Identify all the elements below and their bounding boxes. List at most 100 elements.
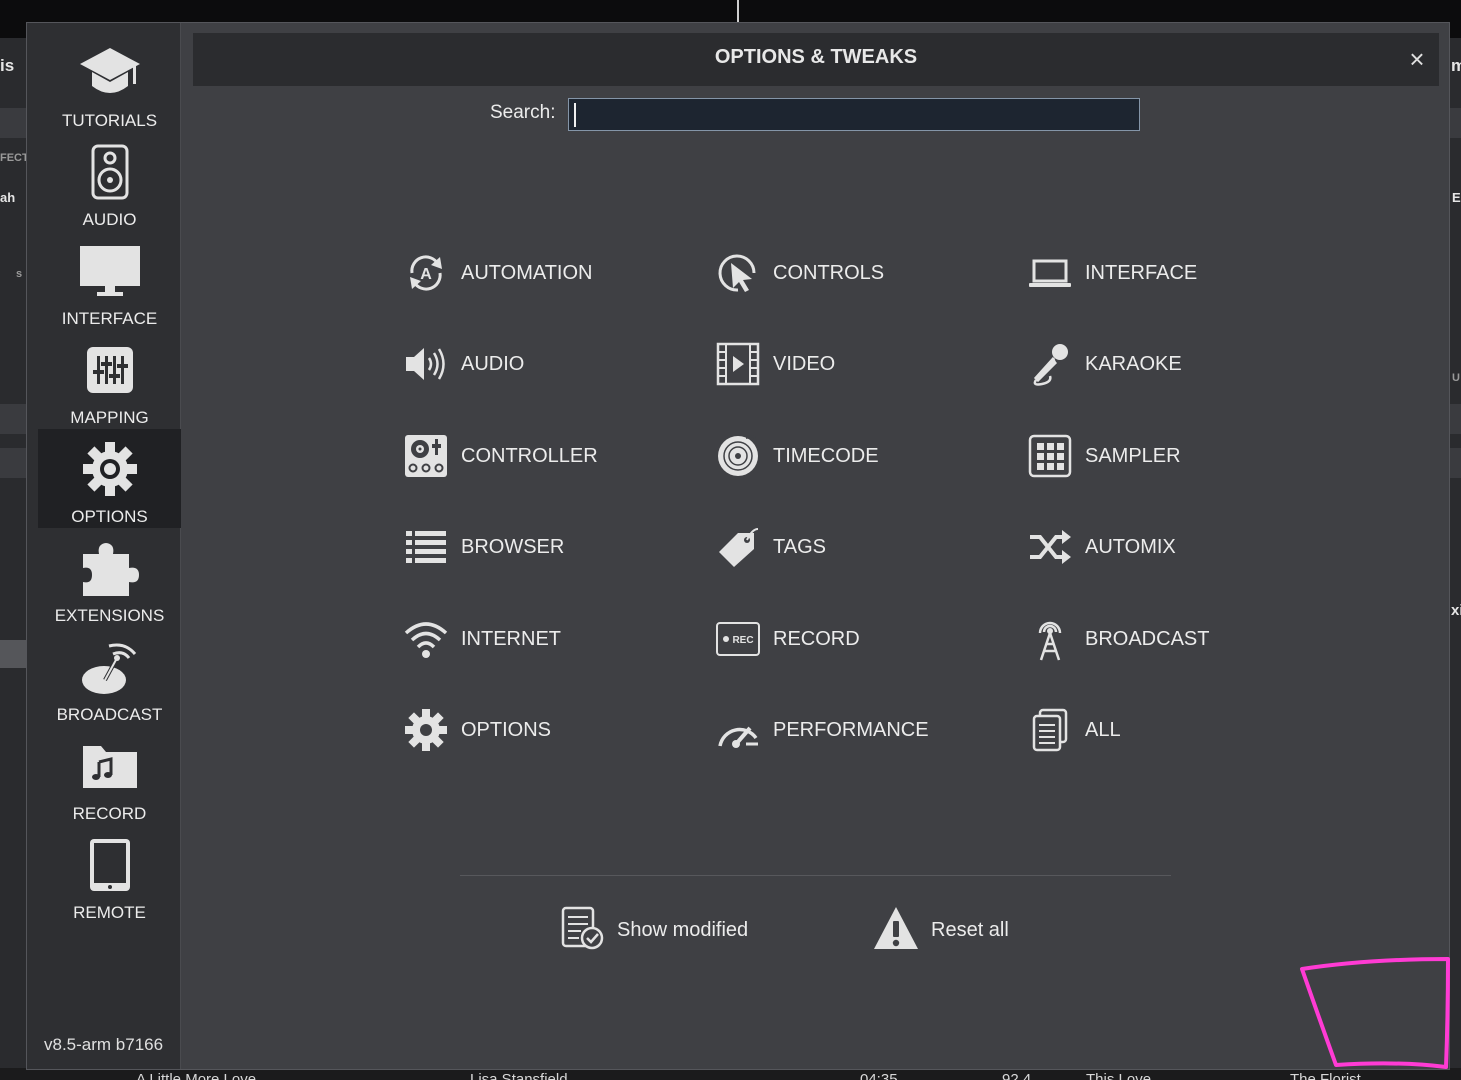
category-controls[interactable]: CONTROLS xyxy=(715,248,884,298)
reset-all-button[interactable]: Reset all xyxy=(873,905,1009,956)
background-divider xyxy=(737,0,739,22)
category-broadcast[interactable]: BROADCAST xyxy=(1027,614,1209,664)
category-label: VIDEO xyxy=(773,352,836,375)
sidebar-item-label: AUDIO xyxy=(82,210,137,229)
category-interface[interactable]: INTERFACE xyxy=(1027,248,1197,298)
vinyl-icon xyxy=(715,433,761,479)
background-text: m xyxy=(1451,56,1461,75)
category-sampler[interactable]: SAMPLER xyxy=(1027,431,1181,481)
background-track-title: This Love xyxy=(1086,1071,1152,1080)
sidebar-item-label: REMOTE xyxy=(73,903,146,922)
volume-icon xyxy=(403,341,449,387)
sidebar-item-extensions[interactable]: EXTENSIONS xyxy=(38,528,181,627)
background-strip xyxy=(0,404,27,434)
background-track-bpm: 92.4 xyxy=(1002,1071,1032,1080)
speaker-icon xyxy=(75,140,145,204)
category-record[interactable]: REC RECORD xyxy=(715,614,860,664)
cursor-click-icon xyxy=(715,250,761,296)
background-strip xyxy=(0,640,27,668)
category-karaoke[interactable]: KARAOKE xyxy=(1027,339,1182,389)
list-icon xyxy=(403,524,449,570)
sliders-icon xyxy=(75,338,145,402)
sidebar-item-label: BROADCAST xyxy=(56,705,163,724)
sidebar-item-record[interactable]: RECORD xyxy=(38,726,181,825)
category-label: INTERFACE xyxy=(1085,261,1198,284)
background-text: is xyxy=(0,56,15,75)
wifi-icon xyxy=(403,616,449,662)
shuffle-icon xyxy=(1027,524,1073,570)
category-browser[interactable]: BROWSER xyxy=(403,522,564,572)
category-controller[interactable]: CONTROLLER xyxy=(403,431,598,481)
modified-list-icon xyxy=(559,905,605,956)
category-label: INTERNET xyxy=(461,627,561,650)
category-all[interactable]: ALL xyxy=(1027,705,1121,755)
category-label: PERFORMANCE xyxy=(773,718,929,741)
category-tags[interactable]: TAGS xyxy=(715,522,826,572)
sidebar-item-label: MAPPING xyxy=(70,408,149,427)
category-label: RECORD xyxy=(773,627,860,650)
film-icon xyxy=(715,341,761,387)
sidebar-item-label: INTERFACE xyxy=(61,309,158,328)
sidebar-item-tutorials[interactable]: TUTORIALS xyxy=(38,33,181,132)
background-strip xyxy=(1449,404,1461,434)
category-label: AUDIO xyxy=(461,352,525,375)
sidebar-item-options[interactable]: OPTIONS xyxy=(38,429,181,528)
sidebar-item-audio[interactable]: AUDIO xyxy=(38,132,181,231)
documents-icon xyxy=(1027,707,1073,753)
category-timecode[interactable]: TIMECODE xyxy=(715,431,879,481)
rec-icon: REC xyxy=(715,616,761,662)
version-label: v8.5-arm b7166 xyxy=(44,1035,164,1054)
highlight-annotation xyxy=(1300,957,1450,1069)
sidebar-item-mapping[interactable]: MAPPING xyxy=(38,330,181,429)
svg-text:REC: REC xyxy=(732,635,753,646)
sidebar-item-label: TUTORIALS xyxy=(61,111,158,130)
music-folder-icon xyxy=(75,734,145,798)
sidebar-item-remote[interactable]: REMOTE xyxy=(38,825,181,924)
category-options[interactable]: OPTIONS xyxy=(403,705,551,755)
background-track-artist: Lisa Stansfield xyxy=(470,1071,568,1080)
sidebar-item-broadcast[interactable]: BROADCAST xyxy=(38,627,181,726)
search-label: Search: xyxy=(490,102,556,123)
background-text: U xyxy=(1452,372,1460,384)
sidebar: TUTORIALS AUDIO INTERFACE MAPPING OPTION… xyxy=(27,23,181,1069)
category-label: BROWSER xyxy=(461,535,565,558)
gear-icon xyxy=(403,707,449,753)
background-text: Ec xyxy=(1452,190,1461,205)
background-strip xyxy=(1449,108,1461,138)
category-automix[interactable]: AUTOMIX xyxy=(1027,522,1176,572)
dialog-title: OPTIONS & TWEAKS xyxy=(714,46,918,68)
warning-icon xyxy=(873,905,919,956)
category-performance[interactable]: PERFORMANCE xyxy=(715,705,929,755)
gear-icon xyxy=(75,437,145,501)
antenna-icon xyxy=(1027,616,1073,662)
category-label: SAMPLER xyxy=(1085,444,1181,467)
category-label: CONTROLS xyxy=(773,261,885,284)
search-input[interactable] xyxy=(568,98,1140,131)
background-track-title: A Little More Love xyxy=(136,1071,257,1080)
sidebar-item-interface[interactable]: INTERFACE xyxy=(38,231,181,330)
background-text: xi xyxy=(1451,602,1461,619)
category-audio[interactable]: AUDIO xyxy=(403,339,524,389)
close-button[interactable]: × xyxy=(1405,46,1429,72)
background-strip xyxy=(0,108,27,138)
svg-text:A: A xyxy=(420,266,432,283)
category-video[interactable]: VIDEO xyxy=(715,339,835,389)
gauge-icon xyxy=(715,707,761,753)
tablet-icon xyxy=(75,833,145,897)
category-label: TIMECODE xyxy=(773,444,879,467)
background-strip xyxy=(0,448,27,478)
puzzle-icon xyxy=(75,536,145,600)
sidebar-item-label: RECORD xyxy=(72,804,147,823)
category-label: ALL xyxy=(1085,718,1121,741)
tag-icon xyxy=(715,524,761,570)
category-label: AUTOMIX xyxy=(1085,535,1176,558)
laptop-icon xyxy=(1027,250,1073,296)
background-text: s xyxy=(16,268,23,280)
background-track-length: 04:35 xyxy=(860,1071,898,1080)
sidebar-item-label: EXTENSIONS xyxy=(54,606,165,625)
satellite-dish-icon xyxy=(75,635,145,699)
footer-divider xyxy=(460,875,1171,876)
category-automation[interactable]: A AUTOMATION xyxy=(403,248,592,298)
category-internet[interactable]: INTERNET xyxy=(403,614,561,664)
show-modified-button[interactable]: Show modified xyxy=(559,905,748,956)
